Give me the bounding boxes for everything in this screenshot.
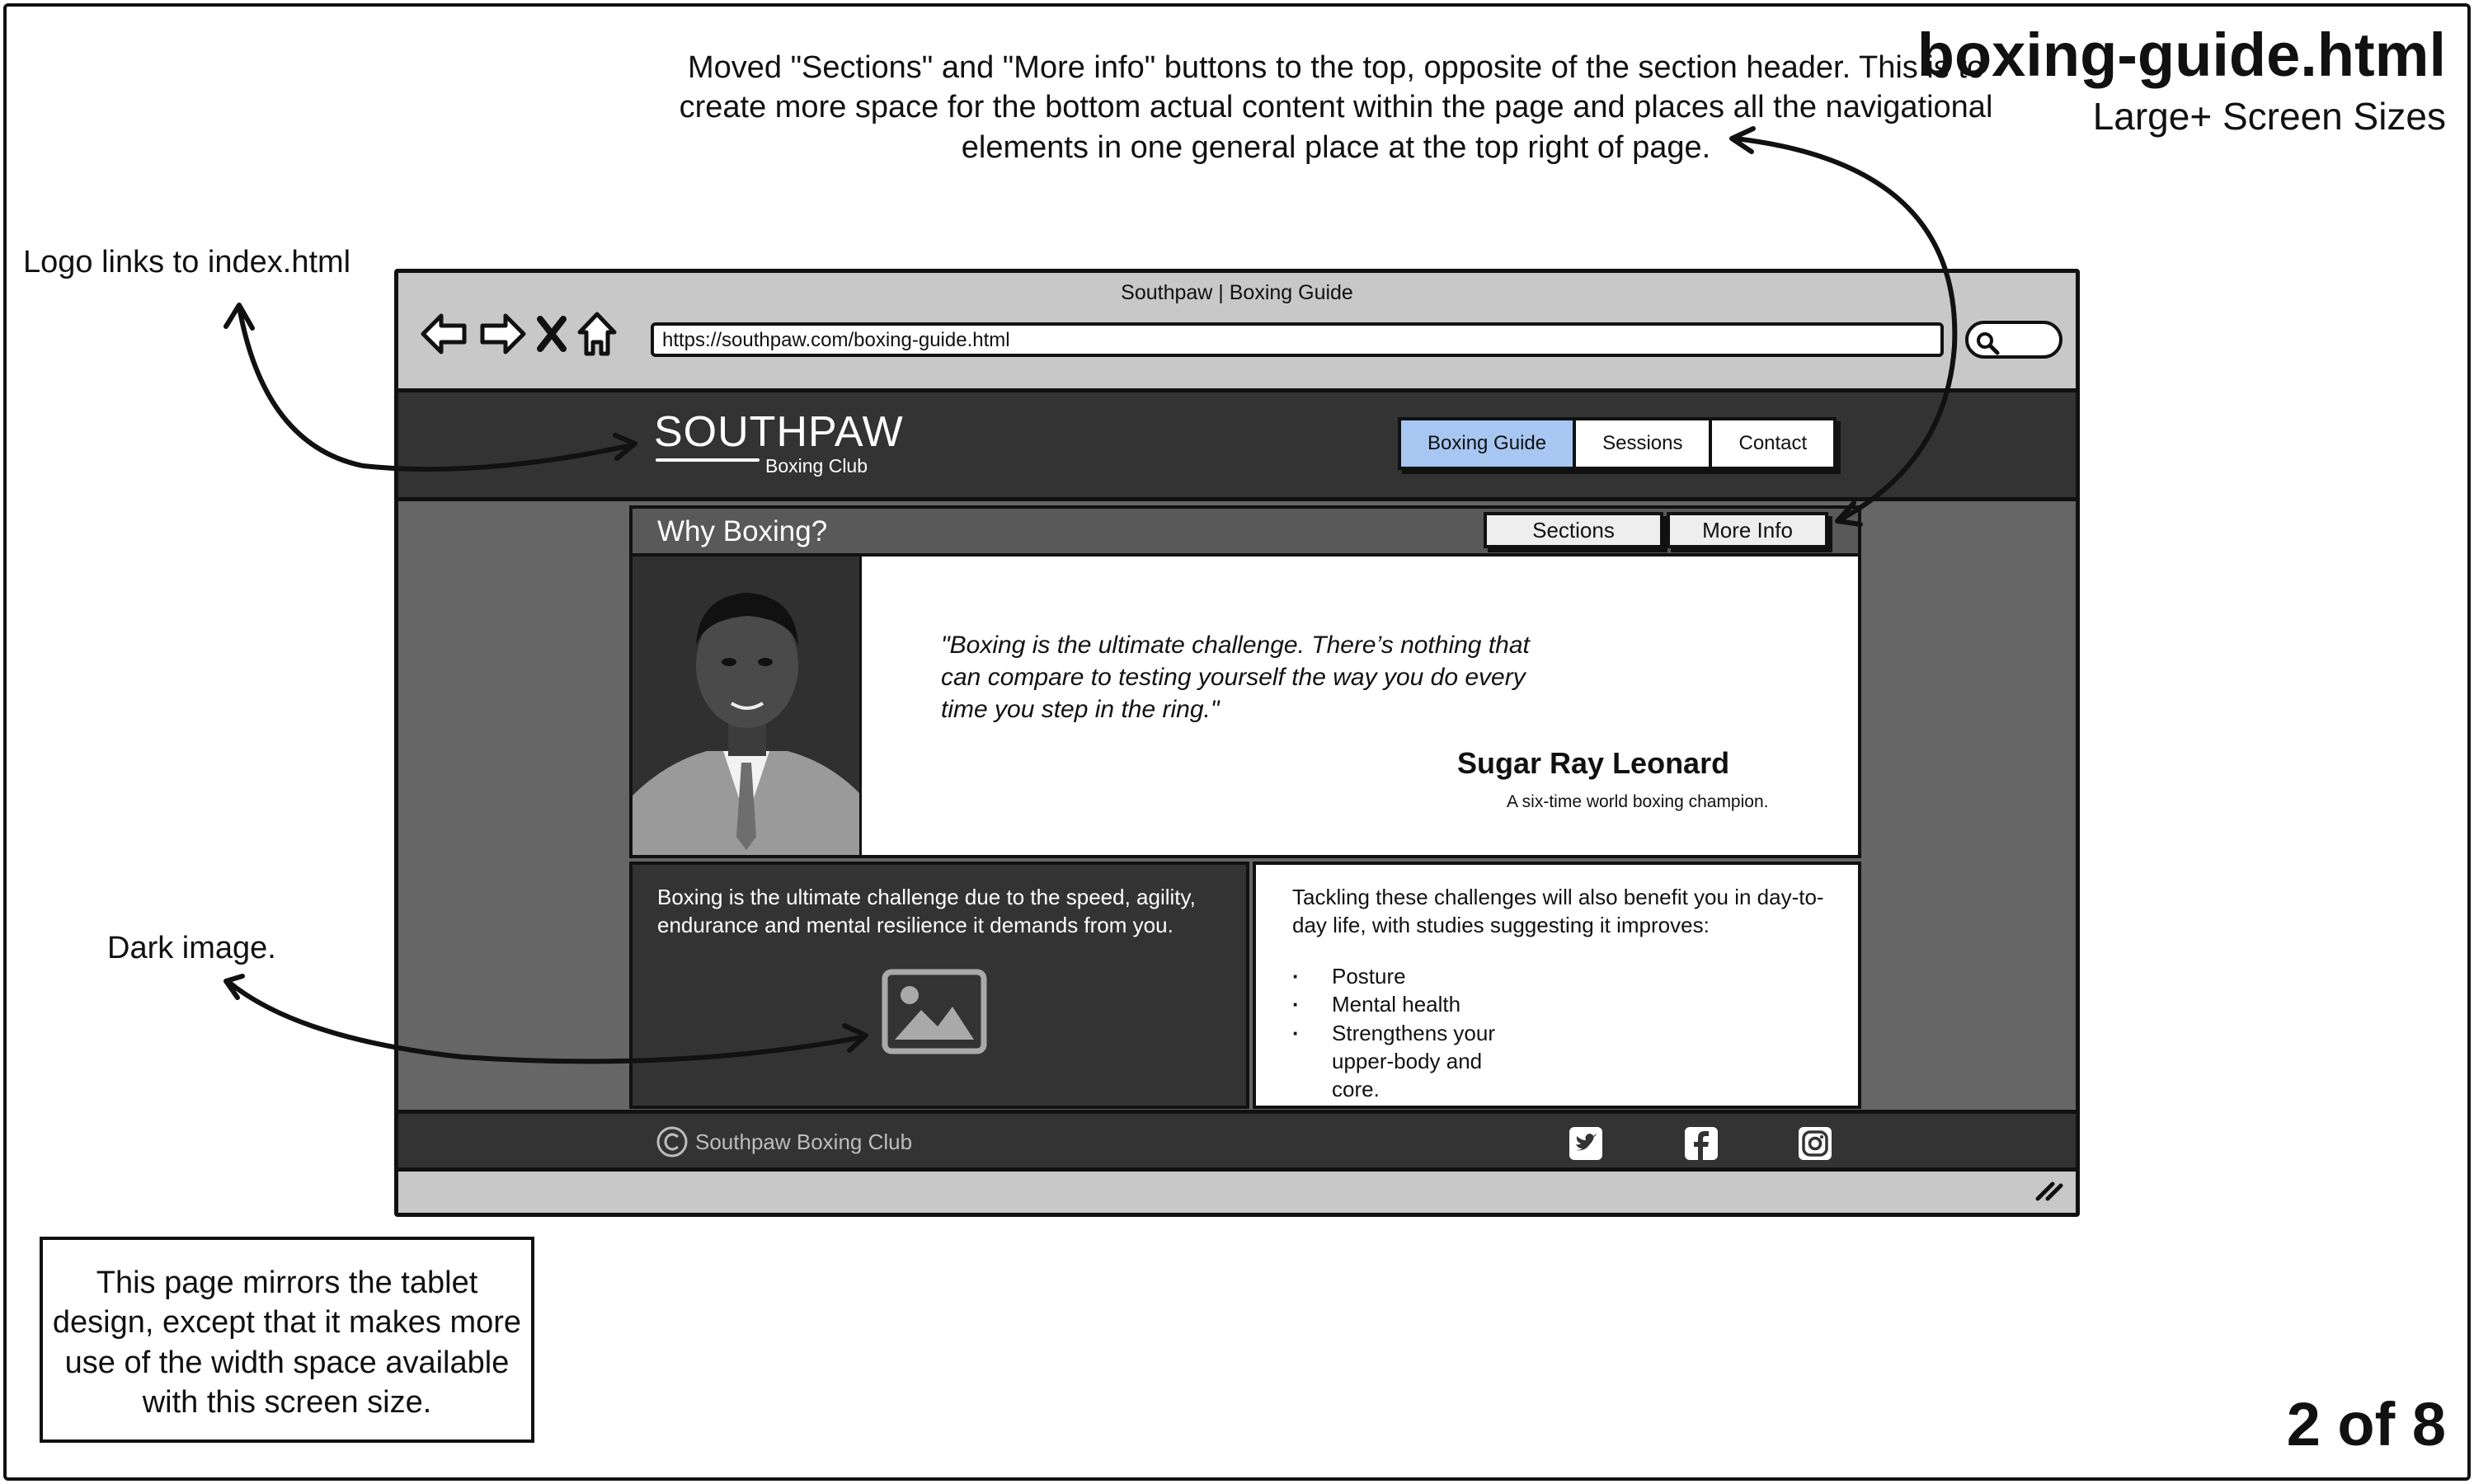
browser-search-field[interactable] (1965, 321, 2062, 359)
list-item: Strengthens your upper-body and core. (1292, 1019, 1523, 1104)
section-heading: Why Boxing? (657, 515, 828, 547)
search-icon (1977, 332, 2000, 355)
quote-author: Sugar Ray Leonard (1457, 746, 1730, 780)
nav-item-contact[interactable]: Contact (1712, 420, 1834, 467)
annotation-image-note: Dark image. (107, 931, 276, 965)
nav-item-sessions[interactable]: Sessions (1576, 420, 1713, 467)
url-input[interactable]: https://southpaw.com/boxing-guide.html (651, 322, 1944, 357)
light-card-text: Tackling these challenges will also bene… (1292, 885, 1824, 938)
forward-arrow-icon[interactable] (477, 311, 527, 357)
main-nav: Boxing Guide Sessions Contact (1398, 417, 1837, 470)
copyright-text: Southpaw Boxing Club (695, 1129, 913, 1154)
site-header: SOUTHPAW Boxing Club Boxing Guide Sessio… (398, 392, 2076, 501)
quote-author-description: A six-time world boxing champion. (1507, 792, 1769, 811)
annotation-logo-note: Logo links to index.html (23, 245, 351, 279)
section-header: Why Boxing? Sections More Info (629, 505, 1861, 556)
page-viewport: SOUTHPAW Boxing Club Boxing Guide Sessio… (398, 388, 2076, 1172)
hero-quote: "Boxing is the ultimate challenge. There… (941, 632, 1530, 723)
site-footer: Southpaw Boxing Club (398, 1110, 2076, 1167)
nav-item-boxing-guide[interactable]: Boxing Guide (1401, 420, 1577, 467)
sheet-screen-size: Large+ Screen Sizes (2092, 95, 2446, 138)
browser-nav-controls (420, 304, 618, 364)
sheet-title: boxing-guide.html Large+ Screen Sizes (1917, 25, 2446, 139)
more-info-button[interactable]: More Info (1667, 512, 1828, 548)
benefits-list: Posture Mental health Strengthens your u… (1292, 962, 1523, 1104)
annotation-box-note: This page mirrors the tablet design, exc… (40, 1237, 534, 1443)
content-column: Why Boxing? Sections More Info "Boxing i… (629, 505, 1861, 1109)
twitter-icon[interactable] (1568, 1125, 1604, 1166)
list-item: Mental health (1292, 990, 1523, 1019)
logo-underline (656, 458, 760, 462)
dark-card-text: Boxing is the ultimate challenge due to … (657, 885, 1196, 938)
page-count: 2 of 8 (2286, 1390, 2446, 1458)
list-item: Posture (1292, 962, 1523, 991)
copyright-icon (656, 1126, 688, 1158)
resize-grip-icon[interactable] (2034, 1179, 2064, 1206)
dark-info-card: Boxing is the ultimate challenge due to … (629, 862, 1249, 1109)
annotation-top-note: Moved "Sections" and "More info" buttons… (679, 50, 1993, 165)
browser-tab-title: Southpaw | Boxing Guide (1121, 281, 1353, 304)
logo-tagline: Boxing Club (765, 455, 868, 477)
boxer-portrait-image (633, 556, 862, 855)
close-icon[interactable] (535, 314, 568, 354)
quote-hero: "Boxing is the ultimate challenge. There… (629, 556, 1861, 858)
instagram-icon[interactable] (1797, 1125, 1833, 1166)
back-arrow-icon[interactable] (420, 311, 469, 357)
home-icon[interactable] (576, 311, 618, 357)
image-placeholder-icon (882, 969, 987, 1059)
sections-button[interactable]: Sections (1484, 512, 1663, 548)
browser-window: Southpaw | Boxing Guide https://southpaw… (394, 269, 2080, 1217)
logo-wordmark: SOUTHPAW (654, 408, 904, 456)
sheet-file-name: boxing-guide.html (1917, 21, 2446, 89)
facebook-icon[interactable] (1683, 1125, 1719, 1166)
site-logo[interactable]: SOUTHPAW Boxing Club (654, 411, 904, 477)
light-info-card: Tackling these challenges will also bene… (1253, 862, 1861, 1109)
footer-copyright: Southpaw Boxing Club (656, 1125, 912, 1158)
